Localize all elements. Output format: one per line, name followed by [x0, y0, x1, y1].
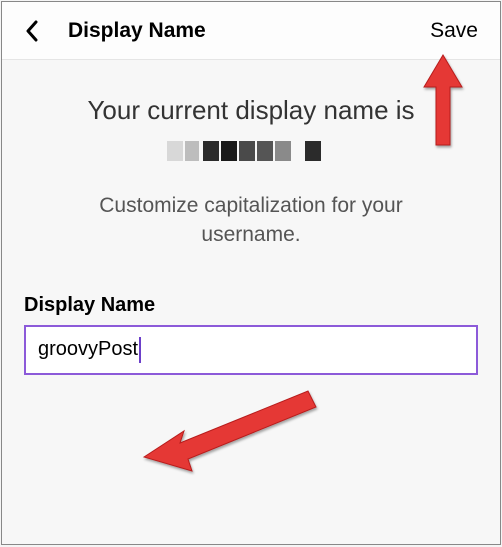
page-title: Display Name: [68, 19, 206, 43]
instruction-text: Customize capitalization for your userna…: [22, 191, 480, 250]
header: Display Name Save: [2, 2, 500, 60]
chevron-left-icon: [25, 20, 39, 42]
save-button[interactable]: Save: [430, 19, 484, 43]
display-name-field-section: Display Name groovyPost: [22, 294, 480, 375]
text-cursor: [139, 337, 141, 363]
subtext-line2: username.: [201, 223, 300, 246]
redacted-username: [161, 137, 341, 165]
input-value: groovyPost: [38, 338, 138, 361]
display-name-input[interactable]: groovyPost: [24, 325, 478, 375]
content: Your current display name is Customize c…: [2, 60, 500, 375]
subtext-line1: Customize capitalization for your: [99, 194, 402, 217]
heading-text: Your current display name is: [87, 95, 414, 125]
display-name-label: Display Name: [24, 294, 478, 317]
back-button[interactable]: [18, 17, 46, 45]
current-name-heading: Your current display name is: [22, 92, 480, 165]
